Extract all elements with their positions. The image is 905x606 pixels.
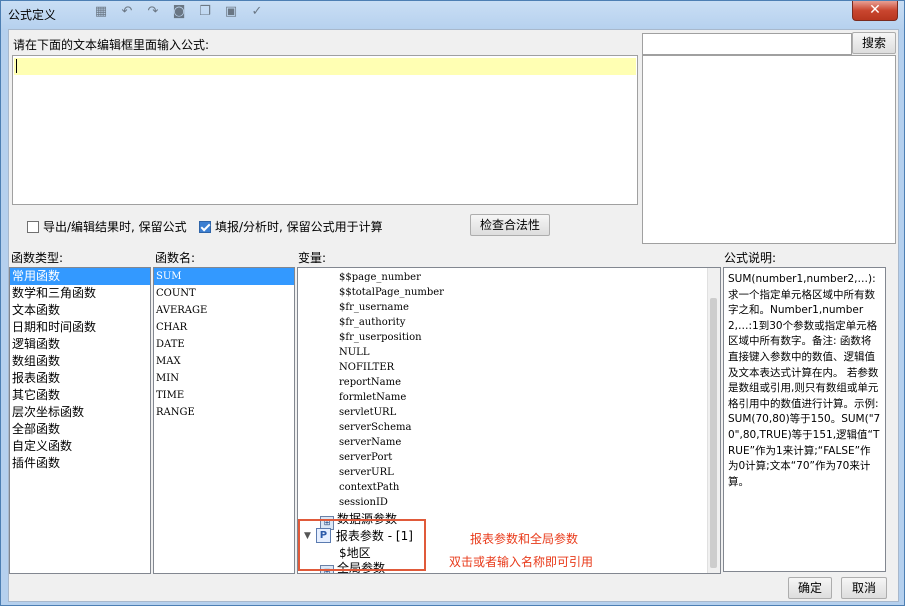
category-item[interactable]: 报表函数 [10,370,150,387]
user-icon: ◙ [172,4,186,19]
function-label: 函数名: [155,251,196,265]
export-keep-option[interactable]: 导出/编辑结果时, 保留公式 [27,218,187,235]
editor-prompt: 请在下面的文本编辑框里面输入公式: [13,38,210,52]
function-item[interactable]: TIME [154,387,294,404]
category-item[interactable]: 日期和时间函数 [10,319,150,336]
function-item[interactable]: RANGE [154,404,294,421]
variable-item[interactable]: $$totalPage_number [339,287,444,298]
fill-keep-label: 填报/分析时, 保留公式用于计算 [215,220,383,234]
function-item[interactable]: COUNT [154,285,294,302]
ok-button[interactable]: 确定 [788,577,832,599]
paste-icon: ▣ [224,4,238,19]
formula-editor[interactable] [12,55,638,205]
category-item[interactable]: 全部函数 [10,421,150,438]
close-icon: ✕ [869,2,881,18]
variable-item[interactable]: serverPort [339,452,392,463]
variable-item[interactable]: $$page_number [339,272,421,283]
variable-item[interactable]: $fr_username [339,302,409,313]
cancel-button[interactable]: 取消 [841,577,887,599]
category-item[interactable]: 其它函数 [10,387,150,404]
window-title: 公式定义 [8,8,57,22]
variable-item[interactable]: $fr_authority [339,317,405,328]
function-item[interactable]: AVERAGE [154,302,294,319]
check-validity-button[interactable]: 检查合法性 [470,214,550,236]
category-item[interactable]: 插件函数 [10,455,150,472]
category-item[interactable]: 层次坐标函数 [10,404,150,421]
variable-item[interactable]: $fr_userposition [339,332,422,343]
toolbar-icons: ▦ ↶ ↷ ◙ ❐ ▣ ✓ [93,4,265,20]
export-keep-label: 导出/编辑结果时, 保留公式 [43,220,187,234]
variable-scrollbar[interactable] [707,268,720,573]
variable-item[interactable]: serverSchema [339,422,411,433]
grid-icon: ▦ [94,4,108,19]
variable-item[interactable]: NOFILTER [339,362,394,373]
search-input[interactable] [642,33,852,55]
fill-keep-option[interactable]: 填报/分析时, 保留公式用于计算 [199,218,383,235]
category-item[interactable]: 数学和三角函数 [10,285,150,302]
annotation-line1: 报表参数和全局参数 [470,532,579,546]
category-label: 函数类型: [11,251,64,265]
scrollbar-thumb[interactable] [710,298,717,568]
close-button[interactable]: ✕ [852,1,898,21]
function-item[interactable]: CHAR [154,319,294,336]
function-item[interactable]: SUM [154,268,294,285]
function-item[interactable]: DATE [154,336,294,353]
copy-icon: ❐ [199,4,211,19]
undo-icon: ↶ [121,4,133,19]
variable-item[interactable]: formletName [339,392,406,403]
variable-item[interactable]: servletURL [339,407,396,418]
category-item[interactable]: 常用函数 [10,268,150,285]
variable-item[interactable]: reportName [339,377,401,388]
function-item[interactable]: MAX [154,353,294,370]
search-button[interactable]: 搜索 [852,32,896,54]
export-keep-checkbox[interactable] [27,220,39,233]
annotation-line2: 双击或者输入名称即可引用 [449,555,594,569]
category-item[interactable]: 自定义函数 [10,438,150,455]
highlight-box [298,519,426,571]
title-bar: 公式定义 ▦ ↶ ↷ ◙ ❐ ▣ ✓ ✕ [1,1,904,25]
current-line-highlight [14,58,636,75]
variable-item[interactable]: contextPath [339,482,399,493]
formula-description: SUM(number1,number2,…): 求一个指定单元格区域中所有数字之… [723,267,886,572]
category-item[interactable]: 数组函数 [10,353,150,370]
fill-keep-checkbox[interactable] [199,220,211,233]
search-results-box[interactable] [642,55,896,244]
category-item[interactable]: 文本函数 [10,302,150,319]
check-icon: ✓ [251,4,263,19]
function-item[interactable]: MIN [154,370,294,387]
description-label: 公式说明: [724,251,777,265]
variable-label: 变量: [298,251,327,265]
variable-item[interactable]: serverURL [339,467,394,478]
category-item[interactable]: 逻辑函数 [10,336,150,353]
function-list[interactable]: SUM COUNT AVERAGE CHAR DATE MAX MIN TIME… [153,267,295,574]
variable-item[interactable]: NULL [339,347,369,358]
text-caret [16,59,17,73]
variable-item[interactable]: sessionID [339,497,388,508]
redo-icon: ↷ [147,4,159,19]
formula-dialog: 公式定义 ▦ ↶ ↷ ◙ ❐ ▣ ✓ ✕ 请在下面的文本编辑框里面输入公式: 搜… [0,0,905,606]
category-list[interactable]: 常用函数 数学和三角函数 文本函数 日期和时间函数 逻辑函数 数组函数 报表函数… [9,267,151,574]
variable-item[interactable]: serverName [339,437,401,448]
